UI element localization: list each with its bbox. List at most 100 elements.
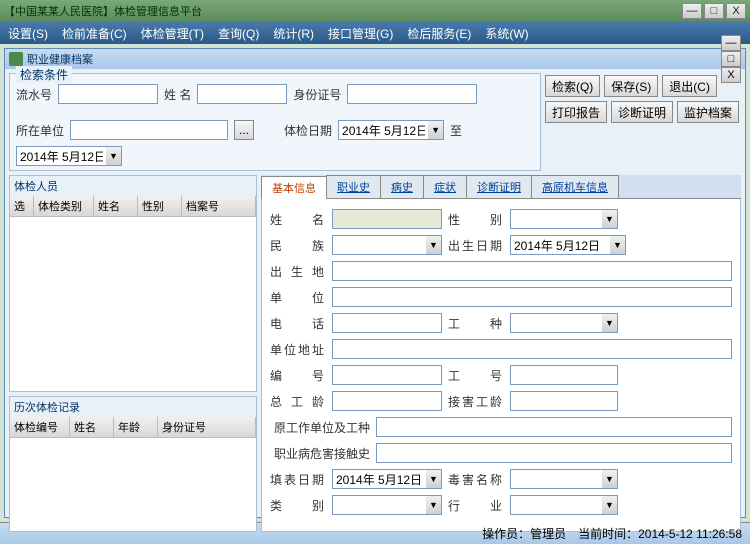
maximize-button[interactable]: □	[704, 3, 724, 19]
tab-bar: 基本信息 职业史 病史 症状 诊断证明 高原机车信息	[261, 175, 741, 199]
diag-button[interactable]: 诊断证明	[611, 101, 673, 123]
lbl-phone: 电 话	[270, 315, 326, 332]
child-maximize[interactable]: □	[721, 51, 741, 67]
fld-unitaddr[interactable]	[332, 339, 732, 359]
col-hname[interactable]: 姓名	[70, 417, 114, 437]
print-button[interactable]: 打印报告	[545, 101, 607, 123]
tab-diag[interactable]: 诊断证明	[466, 175, 532, 198]
name-input[interactable]	[197, 84, 287, 104]
lbl-workno: 工 号	[448, 367, 504, 384]
dd-worktype[interactable]: ▼	[602, 313, 618, 333]
fld-harmage[interactable]	[510, 391, 618, 411]
fld-phone[interactable]	[332, 313, 442, 333]
lbl-poison: 毒害名称	[448, 471, 504, 488]
fld-prevunit[interactable]	[376, 417, 732, 437]
tab-basic[interactable]: 基本信息	[261, 176, 327, 199]
menu-postservice[interactable]: 检后服务(E)	[407, 25, 471, 42]
col-type[interactable]: 体检类别	[34, 196, 94, 216]
minimize-button[interactable]: —	[682, 3, 702, 19]
fld-worktype[interactable]	[510, 313, 602, 333]
lbl-industry: 行 业	[448, 497, 504, 514]
dd-industry[interactable]: ▼	[602, 495, 618, 515]
name-label: 姓 名	[164, 86, 191, 103]
exit-button[interactable]: 退出(C)	[662, 75, 717, 97]
menu-precheck[interactable]: 检前准备(C)	[62, 25, 127, 42]
child-icon	[9, 52, 23, 66]
unit-browse-button[interactable]: ...	[234, 120, 254, 140]
lbl-worktype: 工 种	[448, 315, 504, 332]
fld-harmhist[interactable]	[376, 443, 732, 463]
unit-label: 所在单位	[16, 122, 64, 139]
lbl-sex: 性 别	[448, 211, 504, 228]
fld-birthplace[interactable]	[332, 261, 732, 281]
save-button[interactable]: 保存(S)	[604, 75, 658, 97]
child-titlebar: 职业健康档案 — □ X	[5, 49, 745, 69]
dd-filldate[interactable]: ▼	[426, 469, 442, 489]
fld-name[interactable]	[332, 209, 442, 229]
lbl-nation: 民 族	[270, 237, 326, 254]
search-group-label: 检索条件	[16, 66, 72, 83]
fld-nation[interactable]	[332, 235, 426, 255]
lbl-unitaddr: 单位地址	[270, 341, 326, 358]
tab-plateau[interactable]: 高原机车信息	[531, 175, 619, 198]
dd-sex[interactable]: ▼	[602, 209, 618, 229]
fld-workno[interactable]	[510, 365, 618, 385]
care-button[interactable]: 监护档案	[677, 101, 739, 123]
fld-birth[interactable]	[510, 235, 610, 255]
col-select[interactable]: 选	[10, 196, 34, 216]
col-examno[interactable]: 体检编号	[10, 417, 70, 437]
unit-input[interactable]	[70, 120, 228, 140]
tab-medhist[interactable]: 病史	[380, 175, 424, 198]
fld-totalage[interactable]	[332, 391, 442, 411]
col-sex[interactable]: 性别	[138, 196, 182, 216]
personnel-grid-header: 选 体检类别 姓名 性别 档案号	[10, 196, 256, 217]
menu-query[interactable]: 查询(Q)	[218, 25, 259, 42]
menu-settings[interactable]: 设置(S)	[8, 25, 48, 42]
serial-input[interactable]	[58, 84, 158, 104]
menu-interface[interactable]: 接口管理(G)	[328, 25, 393, 42]
dd-category[interactable]: ▼	[426, 495, 442, 515]
time-value: 2014-5-12 11:26:58	[638, 527, 742, 541]
dd-birth[interactable]: ▼	[610, 235, 626, 255]
search-button[interactable]: 检索(Q)	[545, 75, 600, 97]
tab-jobhist[interactable]: 职业史	[326, 175, 381, 198]
id-input[interactable]	[347, 84, 477, 104]
id-label: 身份证号	[293, 86, 341, 103]
dd-poison[interactable]: ▼	[602, 469, 618, 489]
personnel-panel-title: 体检人员	[10, 176, 256, 196]
basic-info-form: 姓 名 性 别 ▼ 民 族 ▼ 出生日期 ▼ 出 生 地	[261, 199, 741, 532]
fld-industry[interactable]	[510, 495, 602, 515]
menu-system[interactable]: 系统(W)	[485, 25, 528, 42]
date-from-dropdown[interactable]: ▼	[428, 120, 444, 140]
title-bar: 【中国某某人民医院】体检管理信息平台 — □ X	[0, 0, 750, 22]
fld-sex[interactable]	[510, 209, 602, 229]
operator-value: 管理员	[530, 525, 566, 542]
date-from-input[interactable]	[338, 120, 428, 140]
menu-stats[interactable]: 统计(R)	[273, 25, 314, 42]
col-fileno[interactable]: 档案号	[182, 196, 256, 216]
menu-exam[interactable]: 体检管理(T)	[141, 25, 204, 42]
fld-category[interactable]	[332, 495, 426, 515]
col-name[interactable]: 姓名	[94, 196, 138, 216]
col-age[interactable]: 年龄	[114, 417, 158, 437]
child-title: 职业健康档案	[27, 51, 721, 67]
history-grid-body[interactable]	[10, 438, 256, 531]
fld-unit[interactable]	[332, 287, 732, 307]
fld-poison[interactable]	[510, 469, 602, 489]
fld-filldate[interactable]	[332, 469, 426, 489]
lbl-birthplace: 出 生 地	[270, 263, 326, 280]
fld-code[interactable]	[332, 365, 442, 385]
date-to-dropdown[interactable]: ▼	[106, 146, 122, 166]
child-minimize[interactable]: —	[721, 35, 741, 51]
personnel-grid-body[interactable]	[10, 217, 256, 391]
close-button[interactable]: X	[726, 3, 746, 19]
app-title: 【中国某某人民医院】体检管理信息平台	[4, 3, 682, 19]
time-label: 当前时间：	[578, 525, 638, 542]
history-panel-title: 历次体检记录	[10, 397, 256, 417]
lbl-totalage: 总 工 龄	[270, 393, 326, 410]
col-idno[interactable]: 身份证号	[158, 417, 256, 437]
dd-nation[interactable]: ▼	[426, 235, 442, 255]
tab-symptom[interactable]: 症状	[423, 175, 467, 198]
lbl-harmhist: 职业病危害接触史	[270, 445, 370, 462]
date-to-input[interactable]	[16, 146, 106, 166]
